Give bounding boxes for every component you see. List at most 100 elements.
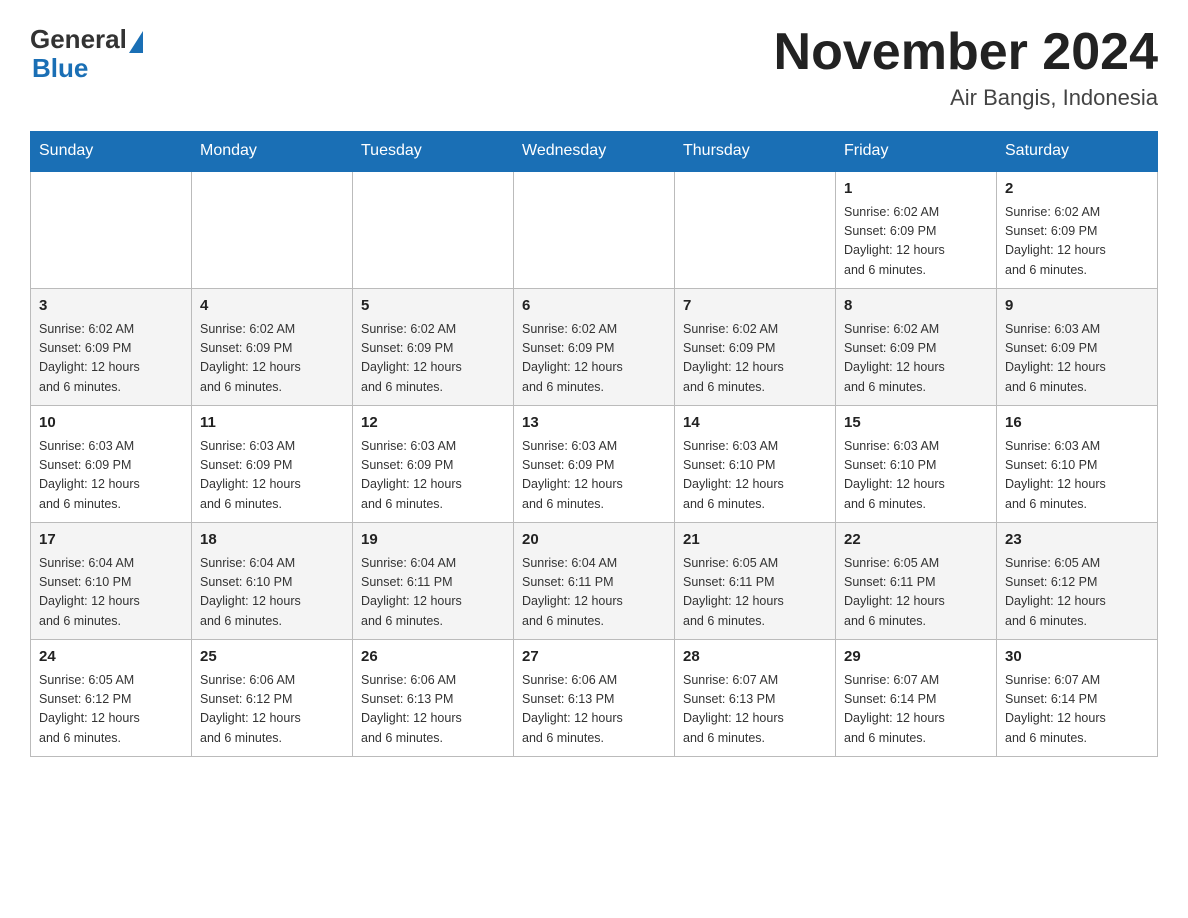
calendar-cell: 2Sunrise: 6:02 AMSunset: 6:09 PMDaylight… <box>997 171 1158 289</box>
day-info: Sunrise: 6:02 AMSunset: 6:09 PMDaylight:… <box>39 320 183 398</box>
day-number: 5 <box>361 295 505 318</box>
page-header: General Blue November 2024 Air Bangis, I… <box>30 24 1158 111</box>
day-info: Sunrise: 6:02 AMSunset: 6:09 PMDaylight:… <box>522 320 666 398</box>
calendar-cell: 5Sunrise: 6:02 AMSunset: 6:09 PMDaylight… <box>353 289 514 406</box>
day-number: 25 <box>200 646 344 669</box>
month-title: November 2024 <box>774 24 1158 81</box>
weekday-header-monday: Monday <box>192 132 353 172</box>
calendar-week-row: 1Sunrise: 6:02 AMSunset: 6:09 PMDaylight… <box>31 171 1158 289</box>
day-number: 6 <box>522 295 666 318</box>
calendar-cell: 29Sunrise: 6:07 AMSunset: 6:14 PMDayligh… <box>836 640 997 757</box>
day-info: Sunrise: 6:03 AMSunset: 6:09 PMDaylight:… <box>522 437 666 515</box>
calendar-cell: 4Sunrise: 6:02 AMSunset: 6:09 PMDaylight… <box>192 289 353 406</box>
day-number: 9 <box>1005 295 1149 318</box>
weekday-header-thursday: Thursday <box>675 132 836 172</box>
logo-area: General Blue <box>30 24 145 84</box>
day-number: 7 <box>683 295 827 318</box>
calendar-week-row: 3Sunrise: 6:02 AMSunset: 6:09 PMDaylight… <box>31 289 1158 406</box>
weekday-header-friday: Friday <box>836 132 997 172</box>
day-number: 2 <box>1005 178 1149 201</box>
weekday-header-sunday: Sunday <box>31 132 192 172</box>
calendar-cell <box>31 171 192 289</box>
logo-general: General <box>30 24 127 55</box>
day-info: Sunrise: 6:04 AMSunset: 6:11 PMDaylight:… <box>361 554 505 632</box>
day-info: Sunrise: 6:02 AMSunset: 6:09 PMDaylight:… <box>200 320 344 398</box>
day-info: Sunrise: 6:02 AMSunset: 6:09 PMDaylight:… <box>844 203 988 281</box>
calendar-cell: 25Sunrise: 6:06 AMSunset: 6:12 PMDayligh… <box>192 640 353 757</box>
calendar-cell: 10Sunrise: 6:03 AMSunset: 6:09 PMDayligh… <box>31 406 192 523</box>
calendar-cell: 24Sunrise: 6:05 AMSunset: 6:12 PMDayligh… <box>31 640 192 757</box>
calendar-cell: 15Sunrise: 6:03 AMSunset: 6:10 PMDayligh… <box>836 406 997 523</box>
logo: General <box>30 24 145 55</box>
calendar-cell: 28Sunrise: 6:07 AMSunset: 6:13 PMDayligh… <box>675 640 836 757</box>
day-number: 10 <box>39 412 183 435</box>
calendar-cell <box>192 171 353 289</box>
day-number: 20 <box>522 529 666 552</box>
day-info: Sunrise: 6:07 AMSunset: 6:13 PMDaylight:… <box>683 671 827 749</box>
day-number: 17 <box>39 529 183 552</box>
calendar-table: SundayMondayTuesdayWednesdayThursdayFrid… <box>30 131 1158 757</box>
day-info: Sunrise: 6:03 AMSunset: 6:09 PMDaylight:… <box>361 437 505 515</box>
calendar-cell: 14Sunrise: 6:03 AMSunset: 6:10 PMDayligh… <box>675 406 836 523</box>
day-info: Sunrise: 6:05 AMSunset: 6:11 PMDaylight:… <box>844 554 988 632</box>
calendar-cell: 11Sunrise: 6:03 AMSunset: 6:09 PMDayligh… <box>192 406 353 523</box>
day-info: Sunrise: 6:07 AMSunset: 6:14 PMDaylight:… <box>844 671 988 749</box>
weekday-header-saturday: Saturday <box>997 132 1158 172</box>
calendar-cell: 6Sunrise: 6:02 AMSunset: 6:09 PMDaylight… <box>514 289 675 406</box>
calendar-cell: 16Sunrise: 6:03 AMSunset: 6:10 PMDayligh… <box>997 406 1158 523</box>
calendar-cell: 27Sunrise: 6:06 AMSunset: 6:13 PMDayligh… <box>514 640 675 757</box>
day-info: Sunrise: 6:03 AMSunset: 6:09 PMDaylight:… <box>1005 320 1149 398</box>
day-number: 15 <box>844 412 988 435</box>
calendar-cell: 1Sunrise: 6:02 AMSunset: 6:09 PMDaylight… <box>836 171 997 289</box>
day-info: Sunrise: 6:02 AMSunset: 6:09 PMDaylight:… <box>1005 203 1149 281</box>
day-number: 28 <box>683 646 827 669</box>
weekday-header-tuesday: Tuesday <box>353 132 514 172</box>
day-number: 21 <box>683 529 827 552</box>
day-info: Sunrise: 6:07 AMSunset: 6:14 PMDaylight:… <box>1005 671 1149 749</box>
logo-blue: Blue <box>32 53 88 84</box>
day-number: 19 <box>361 529 505 552</box>
calendar-cell: 22Sunrise: 6:05 AMSunset: 6:11 PMDayligh… <box>836 523 997 640</box>
day-info: Sunrise: 6:06 AMSunset: 6:13 PMDaylight:… <box>522 671 666 749</box>
weekday-header-row: SundayMondayTuesdayWednesdayThursdayFrid… <box>31 132 1158 172</box>
day-info: Sunrise: 6:05 AMSunset: 6:11 PMDaylight:… <box>683 554 827 632</box>
day-number: 14 <box>683 412 827 435</box>
day-info: Sunrise: 6:02 AMSunset: 6:09 PMDaylight:… <box>844 320 988 398</box>
day-number: 27 <box>522 646 666 669</box>
calendar-cell: 18Sunrise: 6:04 AMSunset: 6:10 PMDayligh… <box>192 523 353 640</box>
calendar-week-row: 24Sunrise: 6:05 AMSunset: 6:12 PMDayligh… <box>31 640 1158 757</box>
day-number: 1 <box>844 178 988 201</box>
day-info: Sunrise: 6:06 AMSunset: 6:13 PMDaylight:… <box>361 671 505 749</box>
day-number: 22 <box>844 529 988 552</box>
calendar-cell: 8Sunrise: 6:02 AMSunset: 6:09 PMDaylight… <box>836 289 997 406</box>
day-info: Sunrise: 6:04 AMSunset: 6:10 PMDaylight:… <box>39 554 183 632</box>
day-info: Sunrise: 6:03 AMSunset: 6:09 PMDaylight:… <box>39 437 183 515</box>
day-number: 23 <box>1005 529 1149 552</box>
calendar-cell: 12Sunrise: 6:03 AMSunset: 6:09 PMDayligh… <box>353 406 514 523</box>
calendar-cell: 20Sunrise: 6:04 AMSunset: 6:11 PMDayligh… <box>514 523 675 640</box>
day-number: 26 <box>361 646 505 669</box>
calendar-week-row: 17Sunrise: 6:04 AMSunset: 6:10 PMDayligh… <box>31 523 1158 640</box>
title-area: November 2024 Air Bangis, Indonesia <box>774 24 1158 111</box>
calendar-week-row: 10Sunrise: 6:03 AMSunset: 6:09 PMDayligh… <box>31 406 1158 523</box>
calendar-cell: 19Sunrise: 6:04 AMSunset: 6:11 PMDayligh… <box>353 523 514 640</box>
day-info: Sunrise: 6:02 AMSunset: 6:09 PMDaylight:… <box>361 320 505 398</box>
day-number: 12 <box>361 412 505 435</box>
day-info: Sunrise: 6:05 AMSunset: 6:12 PMDaylight:… <box>39 671 183 749</box>
calendar-cell: 26Sunrise: 6:06 AMSunset: 6:13 PMDayligh… <box>353 640 514 757</box>
day-number: 29 <box>844 646 988 669</box>
day-info: Sunrise: 6:02 AMSunset: 6:09 PMDaylight:… <box>683 320 827 398</box>
day-number: 11 <box>200 412 344 435</box>
calendar-cell <box>675 171 836 289</box>
calendar-cell: 17Sunrise: 6:04 AMSunset: 6:10 PMDayligh… <box>31 523 192 640</box>
day-info: Sunrise: 6:03 AMSunset: 6:10 PMDaylight:… <box>1005 437 1149 515</box>
day-info: Sunrise: 6:04 AMSunset: 6:11 PMDaylight:… <box>522 554 666 632</box>
calendar-cell: 30Sunrise: 6:07 AMSunset: 6:14 PMDayligh… <box>997 640 1158 757</box>
calendar-cell: 9Sunrise: 6:03 AMSunset: 6:09 PMDaylight… <box>997 289 1158 406</box>
calendar-cell: 3Sunrise: 6:02 AMSunset: 6:09 PMDaylight… <box>31 289 192 406</box>
day-info: Sunrise: 6:05 AMSunset: 6:12 PMDaylight:… <box>1005 554 1149 632</box>
day-number: 18 <box>200 529 344 552</box>
location-title: Air Bangis, Indonesia <box>774 85 1158 111</box>
day-number: 30 <box>1005 646 1149 669</box>
weekday-header-wednesday: Wednesday <box>514 132 675 172</box>
